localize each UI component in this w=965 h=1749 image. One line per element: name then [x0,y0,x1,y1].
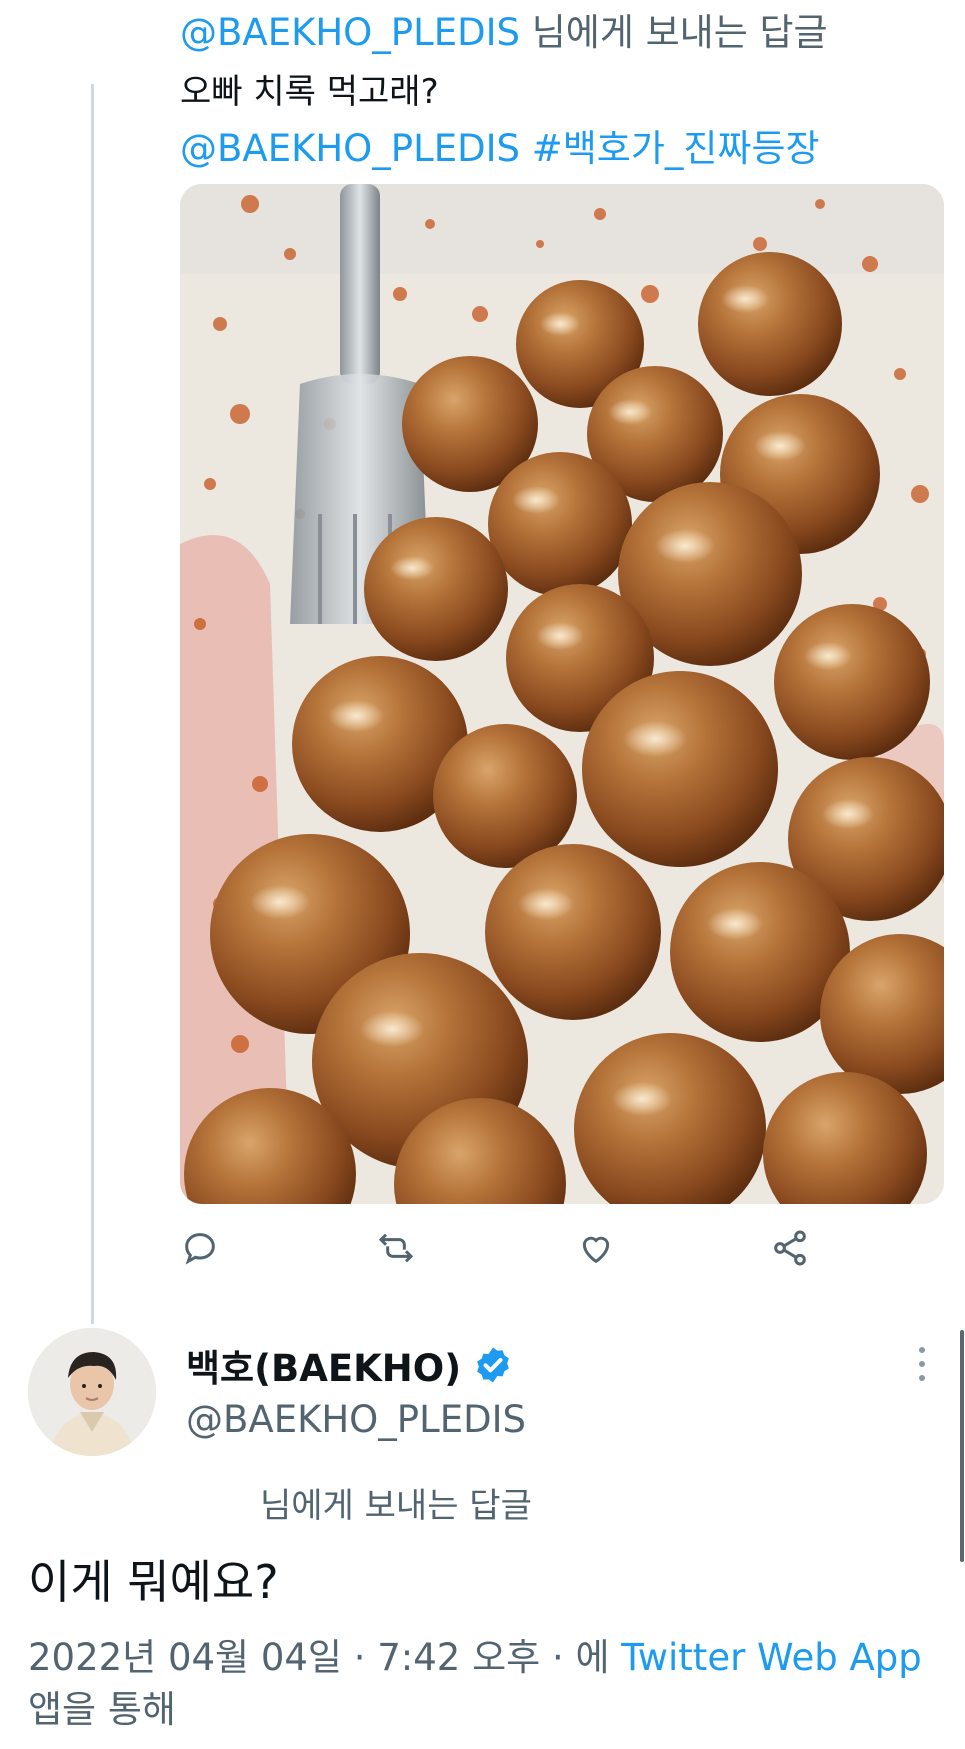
parent-tweet-tags: @BAEKHO_PLEDIS #백호가_진짜등장 [180,118,820,172]
author-handle[interactable]: @BAEKHO_PLEDIS [186,1398,526,1441]
tweet-metadata: 2022년 04월 04일 · 7:42 오후 · 에 Twitter Web … [28,1632,928,1736]
via-suffix: 앱을 통해 [28,1688,176,1731]
avatar-portrait [28,1328,156,1456]
hashtag-link[interactable]: #백호가_진짜등장 [520,127,820,170]
like-icon[interactable] [576,1228,620,1272]
reply-to-mention-link[interactable]: @BAEKHO_PLEDIS [180,11,520,54]
food-photo-illustration [180,184,944,1204]
author-name-row[interactable]: 백호(BAEKHO) [186,1338,513,1392]
tweet-photo[interactable] [180,184,944,1204]
reply-icon[interactable] [180,1228,224,1272]
scrollbar[interactable] [960,1330,964,1562]
tweet-text: 이게 뭐예요? [28,1555,279,1609]
mention-link[interactable]: @BAEKHO_PLEDIS [180,127,520,170]
timestamp[interactable]: 2022년 04월 04일 · 7:42 오후 · 에 [28,1636,610,1679]
parent-tweet-text: 오빠 치록 먹고래? [180,72,439,112]
retweet-icon[interactable] [376,1228,420,1272]
thread-connector-line [91,84,94,1324]
tweet-action-bar [180,1228,820,1278]
reply-to-suffix: 님에게 보내는 답글 [519,11,828,54]
verified-badge-icon [477,1347,509,1383]
more-options-icon[interactable] [912,1344,932,1384]
share-icon[interactable] [770,1228,814,1272]
replying-to-label: 님에게 보내는 답글 [260,1486,532,1526]
avatar[interactable] [28,1328,156,1456]
display-name[interactable]: 백호(BAEKHO) [186,1338,461,1392]
via-app-link[interactable]: Twitter Web App [621,1636,921,1679]
replying-to-label: @BAEKHO_PLEDIS 님에게 보내는 답글 [180,2,828,56]
